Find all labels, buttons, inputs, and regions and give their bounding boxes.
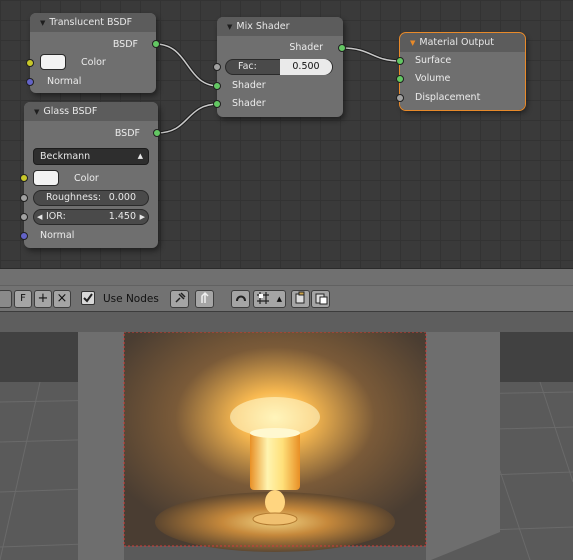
- lamp-base: [252, 512, 298, 526]
- parent-icon[interactable]: [195, 290, 214, 308]
- paste-icon[interactable]: [311, 290, 330, 308]
- triangle-collapse-icon[interactable]: ▼: [34, 108, 39, 116]
- fac-label: Fac:: [238, 61, 257, 72]
- use-nodes-label: Use Nodes: [103, 293, 159, 305]
- color-label: Color: [81, 57, 106, 68]
- copy-icon[interactable]: [291, 290, 310, 308]
- normal-input-socket[interactable]: [26, 78, 34, 86]
- color-input-socket[interactable]: [20, 174, 28, 182]
- render-viewport[interactable]: [0, 332, 573, 560]
- triangle-collapse-icon[interactable]: ▼: [410, 39, 415, 47]
- color-label: Color: [74, 173, 99, 184]
- normal-label: Normal: [40, 230, 75, 241]
- header-strip: [0, 269, 573, 286]
- ior-input-socket[interactable]: [20, 213, 28, 221]
- updown-arrow-icon: ▲: [137, 152, 143, 160]
- lamp-shade-top: [250, 428, 300, 438]
- fac-input-socket[interactable]: [213, 63, 221, 71]
- node-title: Glass BSDF: [43, 106, 98, 117]
- displacement-label: Displacement: [415, 92, 481, 103]
- distribution-dropdown[interactable]: Beckmann ▲: [33, 148, 149, 165]
- roughness-input-socket[interactable]: [20, 194, 28, 202]
- shader-output-label: Shader: [289, 42, 323, 53]
- add-icon[interactable]: +: [34, 290, 52, 308]
- node-title: Mix Shader: [236, 21, 290, 32]
- fac-field[interactable]: Fac: 0.500: [225, 59, 333, 75]
- triangle-collapse-icon[interactable]: ▼: [40, 19, 45, 27]
- distribution-value: Beckmann: [40, 151, 91, 162]
- ior-value: 1.450: [108, 211, 136, 222]
- node-header[interactable]: ▼ Material Output: [400, 33, 525, 52]
- node-editor[interactable]: ▼ Translucent BSDF BSDF Color Normal ▼ Gla…: [0, 0, 573, 268]
- node-header[interactable]: ▼ Translucent BSDF: [30, 13, 156, 32]
- pin-icon[interactable]: [170, 290, 189, 308]
- displacement-input-socket[interactable]: [396, 94, 404, 102]
- lamp-stem: [265, 490, 285, 514]
- normal-label: Normal: [47, 76, 82, 87]
- bsdf-output-socket[interactable]: [153, 129, 161, 137]
- render-preview: [0, 332, 573, 560]
- snap-element-icon[interactable]: ▲: [253, 290, 286, 308]
- translucent-bsdf-node[interactable]: ▼ Translucent BSDF BSDF Color Normal: [26, 13, 160, 93]
- viewport-wall-right: [426, 332, 500, 560]
- fac-value: 0.500: [280, 59, 332, 75]
- bsdf-output-label: BSDF: [112, 39, 138, 50]
- surface-input-socket[interactable]: [396, 57, 404, 65]
- node-header[interactable]: ▼ Glass BSDF: [24, 102, 158, 121]
- shader2-input-socket[interactable]: [213, 100, 221, 108]
- ior-field[interactable]: ◀ IOR: 1.450 ▶: [33, 209, 149, 225]
- bsdf-output-label: BSDF: [114, 128, 140, 139]
- roughness-value: 0.000: [108, 192, 136, 203]
- roughness-field[interactable]: Roughness: 0.000: [33, 190, 149, 206]
- node-editor-header: F + × Use Nodes ▲: [0, 268, 573, 311]
- mix-shader-node[interactable]: ▼ Mix Shader Shader Fac: 0.500 Shader Sha…: [213, 17, 346, 117]
- shader1-label: Shader: [232, 80, 266, 91]
- bsdf-output-socket[interactable]: [152, 40, 160, 48]
- snap-icon[interactable]: [231, 290, 250, 308]
- color-swatch[interactable]: [40, 54, 66, 70]
- roughness-label: Roughness:: [46, 192, 102, 203]
- node-header[interactable]: ▼ Mix Shader: [217, 17, 343, 36]
- volume-label: Volume: [415, 73, 451, 84]
- glass-bsdf-node[interactable]: ▼ Glass BSDF BSDF Beckmann ▲ Color Roughn…: [20, 102, 161, 248]
- node-title: Material Output: [419, 37, 495, 48]
- close-icon[interactable]: ×: [53, 290, 71, 308]
- shader1-input-socket[interactable]: [213, 82, 221, 90]
- normal-input-socket[interactable]: [20, 232, 28, 240]
- shader-output-socket[interactable]: [338, 44, 346, 52]
- fake-user-button[interactable]: F: [14, 290, 32, 308]
- decrement-arrow-icon[interactable]: ◀: [37, 210, 42, 224]
- surface-label: Surface: [415, 55, 452, 66]
- header-toolbar: F + × Use Nodes ▲: [0, 287, 573, 310]
- updown-arrow-icon: ▲: [276, 295, 282, 303]
- lamp-shade: [250, 432, 300, 490]
- viewport-wall-left: [78, 332, 124, 560]
- color-input-socket[interactable]: [26, 59, 34, 67]
- material-output-node[interactable]: ▼ Material Output Surface Volume Displace…: [396, 32, 526, 111]
- triangle-collapse-icon[interactable]: ▼: [227, 23, 232, 31]
- area-divider[interactable]: [0, 311, 573, 332]
- shader2-label: Shader: [232, 98, 266, 109]
- node-title: Translucent BSDF: [49, 17, 133, 28]
- volume-input-socket[interactable]: [396, 75, 404, 83]
- color-swatch[interactable]: [33, 170, 59, 186]
- checkbox-icon[interactable]: [81, 291, 95, 305]
- ior-label: IOR:: [46, 211, 66, 222]
- increment-arrow-icon[interactable]: ▶: [140, 210, 145, 224]
- material-slot-field[interactable]: [0, 290, 12, 308]
